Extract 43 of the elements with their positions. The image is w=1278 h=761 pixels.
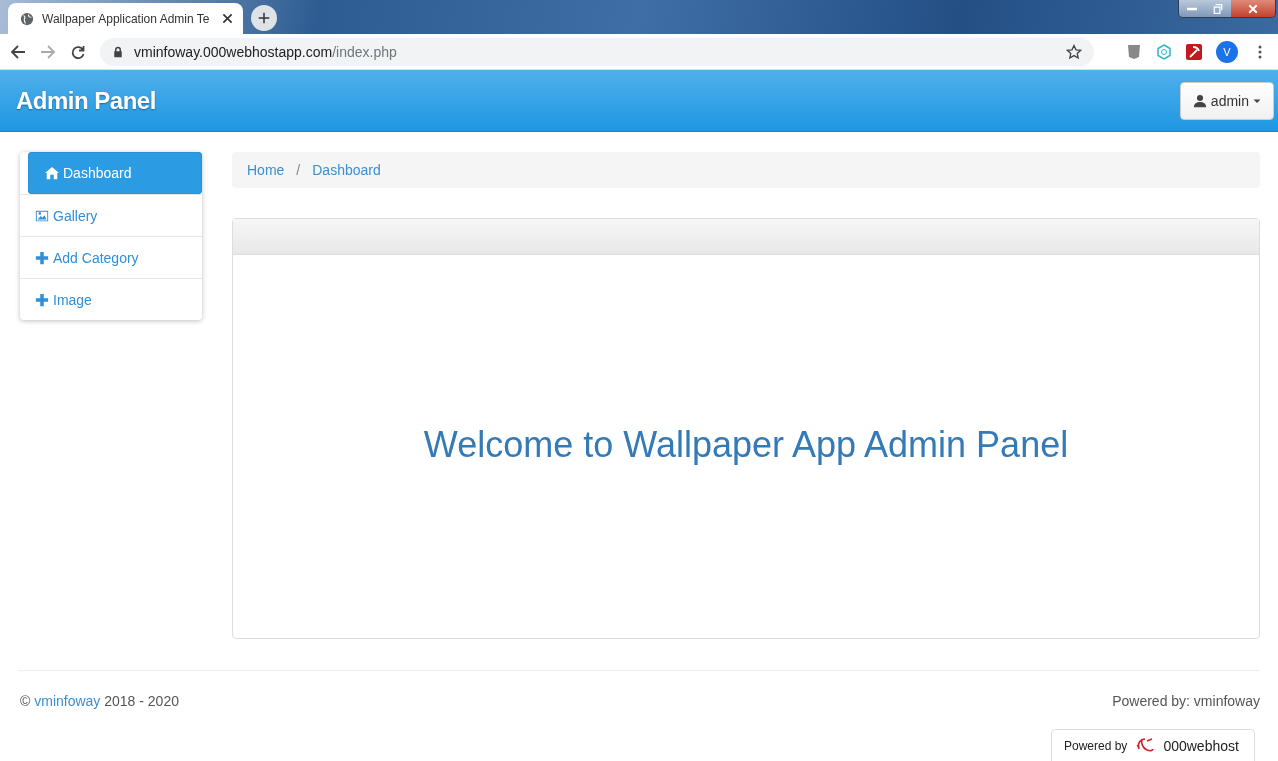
picture-icon — [35, 208, 49, 223]
restore-icon — [1213, 3, 1223, 14]
sidebar-item[interactable]: Gallery — [20, 194, 202, 236]
plus-icon — [35, 250, 49, 265]
badge-brand: 000webhost — [1163, 737, 1239, 754]
user-icon — [1192, 93, 1207, 108]
host-badge[interactable]: Powered by 000webhost — [1051, 729, 1255, 761]
shield-icon — [1126, 43, 1142, 60]
globe-icon — [20, 11, 34, 26]
badge-label: Powered by — [1064, 738, 1128, 753]
copyright-text: © vminfoway 2018 - 2020 — [20, 693, 179, 709]
reload-icon — [70, 43, 86, 60]
sidebar-item[interactable]: Dashboard — [28, 152, 202, 194]
profile-avatar[interactable]: V — [1216, 40, 1238, 63]
restore-button[interactable] — [1205, 0, 1231, 17]
close-icon — [222, 13, 233, 24]
close-window-button[interactable] — [1231, 0, 1275, 17]
forward-arrow-icon — [40, 43, 56, 60]
new-tab-button[interactable] — [251, 5, 277, 31]
tab-title: Wallpaper Application Admin Te — [42, 11, 211, 26]
user-menu-button[interactable]: admin — [1179, 81, 1274, 120]
back-arrow-icon — [10, 43, 26, 60]
minimize-button[interactable] — [1179, 0, 1205, 17]
brand-title: Admin Panel — [16, 86, 156, 115]
plus-icon — [35, 292, 49, 307]
pickaxe-icon — [1186, 43, 1202, 60]
close-icon — [1248, 3, 1258, 14]
plus-icon — [258, 12, 270, 24]
url-text: vminfoway.000webhostapp.com/index.php — [134, 43, 398, 60]
lock-icon — [112, 45, 124, 58]
address-bar[interactable]: vminfoway.000webhostapp.com/index.php — [100, 37, 1094, 66]
powered-by-text: Powered by: vminfoway — [1112, 693, 1260, 709]
welcome-heading: Welcome to Wallpaper App Admin Panel — [423, 423, 1069, 466]
home-icon — [45, 166, 59, 180]
breadcrumb-link[interactable]: Dashboard — [312, 162, 381, 178]
sidebar-item[interactable]: Add Category — [20, 236, 202, 278]
breadcrumb-link[interactable]: Home — [247, 162, 285, 178]
hexagon-icon — [1156, 43, 1172, 60]
breadcrumb-separator: / — [296, 162, 301, 178]
star-icon — [1066, 43, 1082, 60]
browser-tab[interactable]: Wallpaper Application Admin Te — [8, 3, 243, 34]
author-link[interactable]: vminfoway — [34, 693, 101, 709]
sidebar-item[interactable]: Image — [20, 278, 202, 320]
